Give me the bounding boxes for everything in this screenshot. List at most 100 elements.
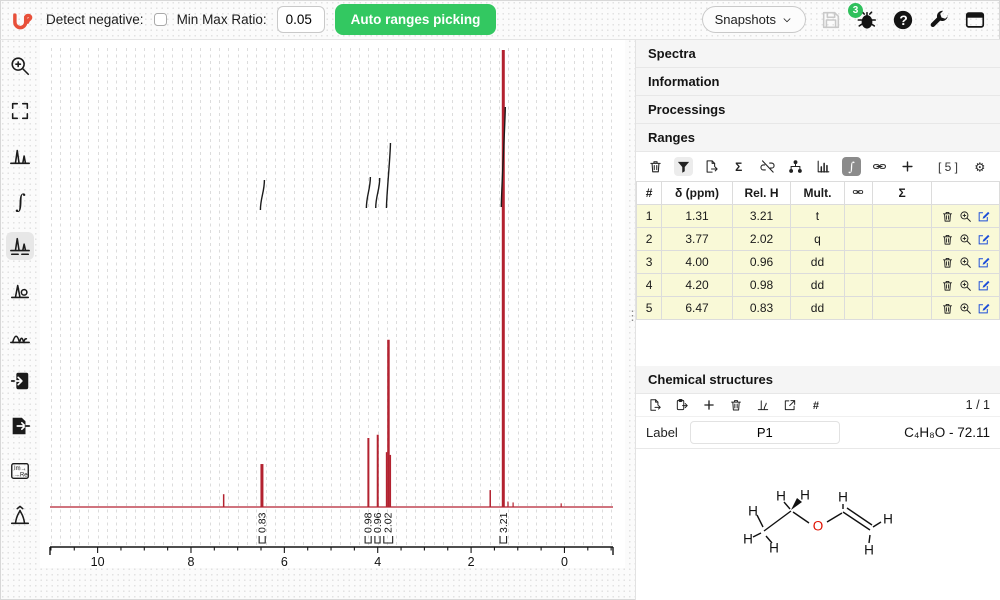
row-trash-button[interactable] [941,210,954,223]
full-zoom-out-tool[interactable] [6,97,34,125]
row-edit-button[interactable] [977,233,990,246]
auto-ranges-picking-button[interactable]: Auto ranges picking [335,4,497,35]
sigma-icon: Σ [732,159,747,174]
table-row[interactable]: 11.313.21t [637,205,1000,228]
range-picking-tool[interactable] [6,232,34,260]
integral-sum-button[interactable]: ∫ [842,157,861,176]
accordion-processings[interactable]: Processings [636,96,1000,124]
tree-button[interactable] [786,157,805,176]
help-button[interactable]: ? [892,9,914,31]
integral-tool-tool[interactable]: ∫ [6,187,34,215]
detect-negative-checkbox[interactable] [154,13,167,26]
table-cell: 1 [637,205,662,228]
row-zoom-in-button[interactable] [959,302,972,315]
table-cell: 4 [637,274,662,297]
row-zoom-in-button[interactable] [959,233,972,246]
accordion-ranges[interactable]: Ranges [636,124,1000,152]
svg-text:#: # [813,400,819,412]
baseline-correction-tool[interactable] [6,322,34,350]
molecule-drawing[interactable]: HHHHHOHHH [636,449,1000,599]
link-icon [872,159,887,174]
row-edit-button[interactable] [977,279,990,292]
unlink-icon [760,159,775,174]
unlink-button[interactable] [758,157,777,176]
zone-picking-icon [9,280,31,302]
structure-paste-button[interactable] [673,396,691,414]
predict-icon [756,398,770,412]
plus-icon [900,159,915,174]
structure-external-link-button[interactable] [781,396,799,414]
row-trash-button[interactable] [941,256,954,269]
file-export-icon [648,398,662,412]
row-trash-button[interactable] [941,302,954,315]
link-button[interactable] [870,157,889,176]
snapshots-button[interactable]: Snapshots [702,6,806,33]
filter-button[interactable] [674,157,693,176]
top-toolbar: Detect negative: Min Max Ratio: Auto ran… [0,0,1000,40]
file-export-button[interactable] [702,157,721,176]
structure-trash-button[interactable] [727,396,745,414]
structure-plus-button[interactable] [700,396,718,414]
spectrum-plot[interactable]: 10864200.830.980.962.023.21 [40,40,625,568]
row-trash-button[interactable] [941,233,954,246]
row-edit-button[interactable] [977,256,990,269]
window-button[interactable] [964,9,986,31]
trash-icon [941,256,954,269]
accordion-spectra[interactable]: Spectra [636,40,1000,68]
row-zoom-in-button[interactable] [959,210,972,223]
im-re-tool[interactable]: Im→→Re [6,457,34,485]
zoom-in-tool[interactable] [6,52,34,80]
edit-icon [977,279,990,292]
integral-value-label: 2.02 [383,512,395,533]
bug-button[interactable]: 3 [856,9,878,31]
min-max-ratio-input[interactable] [277,6,325,33]
structure-hash-button[interactable]: # [808,396,826,414]
import-tool[interactable] [6,367,34,395]
row-trash-button[interactable] [941,279,954,292]
edit-icon [977,302,990,315]
peak-picking-tool[interactable] [6,142,34,170]
accordion-chemical-structures[interactable]: Chemical structures [636,366,1000,394]
table-cell: 3.21 [732,205,790,228]
trash-button[interactable] [646,157,665,176]
row-zoom-in-button[interactable] [959,256,972,269]
table-cell: 2.02 [732,228,790,251]
table-row[interactable]: 44.200.98dd [637,274,1000,297]
ranges-settings-button[interactable]: ⚙ [971,157,990,176]
topbar-icon-group: 3? [820,9,986,31]
structure-label-input[interactable] [690,421,840,444]
row-edit-button[interactable] [977,302,990,315]
apodization-tool[interactable] [6,502,34,530]
molecular-formula: C₄H₈O - 72.11 [904,425,990,440]
ranges-count: [ 5 ] [938,160,958,174]
paste-icon [675,398,689,412]
table-cell [872,205,931,228]
panel-splitter[interactable]: ⋮ [625,40,635,600]
row-zoom-in-button[interactable] [959,279,972,292]
export-tool[interactable] [6,412,34,440]
structure-file-export-button[interactable] [646,396,664,414]
zone-picking-tool[interactable] [6,277,34,305]
wrench-button[interactable] [928,9,950,31]
svg-text:?: ? [899,13,907,28]
table-row[interactable]: 34.000.96dd [637,251,1000,274]
hydrogen-atom-label: H [883,512,893,527]
row-edit-button[interactable] [977,210,990,223]
hydrogen-atom-label: H [838,490,848,505]
structure-predict-button[interactable] [754,396,772,414]
row-actions-cell [932,228,1000,251]
table-row[interactable]: 56.470.83dd [637,297,1000,320]
plus-button[interactable] [898,157,917,176]
svg-text:8: 8 [188,555,195,568]
hydrogen-atom-label: H [743,532,753,547]
nmrium-logo[interactable] [10,7,36,33]
sigma-button[interactable]: Σ [730,157,749,176]
table-row[interactable]: 23.772.02q [637,228,1000,251]
chart-button[interactable] [814,157,833,176]
table-cell: 2 [637,228,662,251]
integral-tool-icon: ∫ [9,190,31,212]
edit-icon [977,210,990,223]
table-cell: 4.00 [662,251,733,274]
nmr-spectrum: 10864200.830.980.962.023.21 [40,40,625,568]
accordion-information[interactable]: Information [636,68,1000,96]
